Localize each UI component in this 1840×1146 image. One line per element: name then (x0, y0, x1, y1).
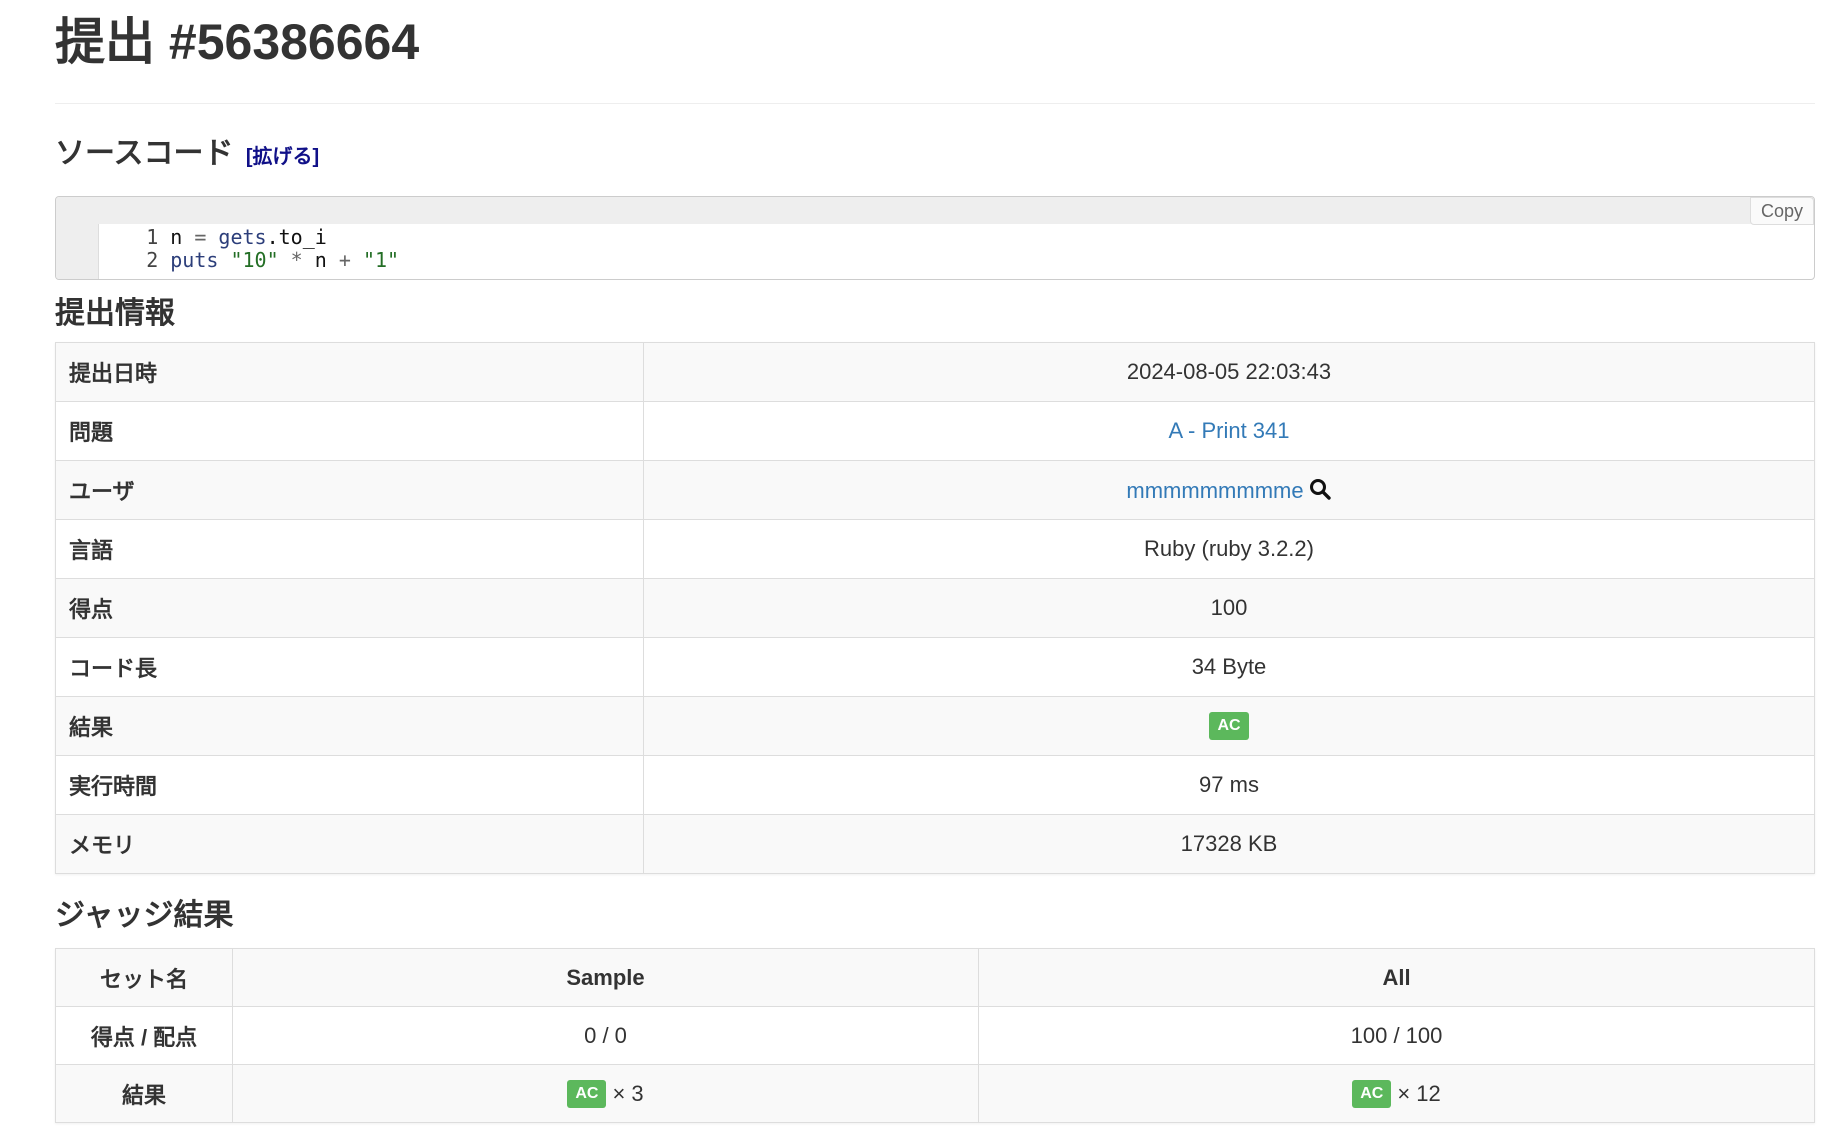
sample-result: AC × 3 (232, 1064, 979, 1123)
judge-result-heading: ジャッジ結果 (55, 899, 234, 932)
info-row-exec-time: 実行時間 97 ms (55, 755, 1815, 815)
code-token: "1" (362, 248, 400, 272)
sample-score: 0 / 0 (232, 1006, 979, 1065)
language-value: Ruby (ruby 3.2.2) (643, 519, 1815, 579)
info-label: 得点 (55, 578, 644, 638)
info-row-task: 問題 A - Print 341 (55, 401, 1815, 461)
code-token: n (314, 248, 327, 272)
sample-header: Sample (232, 948, 979, 1007)
status-badge: AC (1209, 712, 1249, 741)
title-divider (55, 103, 1815, 104)
memory-value: 17328 KB (643, 814, 1815, 874)
source-code-heading-text: ソースコード (55, 137, 234, 170)
code-token: * (278, 248, 315, 272)
info-row-memory: メモリ 17328 KB (55, 814, 1815, 874)
submission-page: 提出 #56386664 ソースコード [拡げる] 1n = gets.to_i… (55, 0, 1815, 1123)
info-row-code-length: コード長 34 Byte (55, 637, 1815, 697)
submission-info-heading: 提出情報 (55, 297, 175, 330)
info-label: メモリ (55, 814, 644, 874)
info-row-date: 提出日時 2024-08-05 22:03:43 (55, 342, 1815, 402)
status-badge: AC (1352, 1079, 1392, 1108)
submission-date: 2024-08-05 22:03:43 (643, 342, 1815, 402)
all-count: × 12 (1397, 1080, 1441, 1106)
info-row-score: 得点 100 (55, 578, 1815, 638)
search-icon[interactable] (1308, 477, 1332, 501)
score-value: 100 (643, 578, 1815, 638)
result-cell: AC (643, 696, 1815, 756)
task-link[interactable]: A - Print 341 (1168, 418, 1289, 443)
task-cell: A - Print 341 (643, 401, 1815, 461)
source-code-box[interactable]: 1n = gets.to_i 2 puts "10" * n + "1" Copy (55, 196, 1815, 280)
copy-button[interactable]: Copy (1749, 197, 1814, 225)
expand-link[interactable]: [拡げる] (246, 146, 319, 168)
info-label: 結果 (55, 696, 644, 756)
set-name-header: セット名 (55, 948, 233, 1007)
info-row-result: 結果 AC (55, 696, 1815, 756)
code-token: "10" (230, 248, 279, 272)
judge-result-table: セット名 Sample All 得点 / 配点 0 / 0 100 / 100 … (55, 948, 1815, 1123)
score-row-label: 得点 / 配点 (55, 1006, 233, 1065)
user-cell: mmmmmmmmme (643, 460, 1815, 520)
all-score: 100 / 100 (978, 1006, 1815, 1065)
info-label: 実行時間 (55, 755, 644, 815)
info-label: コード長 (55, 637, 644, 697)
info-row-language: 言語 Ruby (ruby 3.2.2) (55, 519, 1815, 579)
code-token: puts (170, 248, 219, 272)
judge-result-row: 結果 AC × 3 AC × 12 (55, 1064, 1815, 1123)
sample-count: × 3 (612, 1080, 644, 1106)
all-header: All (978, 948, 1815, 1007)
code-token: + (326, 248, 363, 272)
page-title: 提出 #56386664 (55, 14, 420, 70)
status-badge: AC (567, 1079, 607, 1108)
result-row-label: 結果 (55, 1064, 233, 1123)
user-link[interactable]: mmmmmmmmme (1126, 478, 1303, 503)
submission-info-table: 提出日時 2024-08-05 22:03:43 問題 A - Print 34… (55, 342, 1815, 874)
code-line-2: 2 puts "10" * n + "1" (56, 220, 1814, 272)
exec-time-value: 97 ms (643, 755, 1815, 815)
code-length-value: 34 Byte (643, 637, 1815, 697)
info-label: ユーザ (55, 460, 644, 520)
judge-header-row: セット名 Sample All (55, 948, 1815, 1007)
source-code-heading: ソースコード [拡げる] (55, 134, 1815, 174)
info-label: 提出日時 (55, 342, 644, 402)
line-number: 2 (146, 248, 159, 272)
info-row-user: ユーザ mmmmmmmmme (55, 460, 1815, 520)
info-label: 問題 (55, 401, 644, 461)
judge-score-row: 得点 / 配点 0 / 0 100 / 100 (55, 1006, 1815, 1065)
info-label: 言語 (55, 519, 644, 579)
all-result: AC × 12 (978, 1064, 1815, 1123)
